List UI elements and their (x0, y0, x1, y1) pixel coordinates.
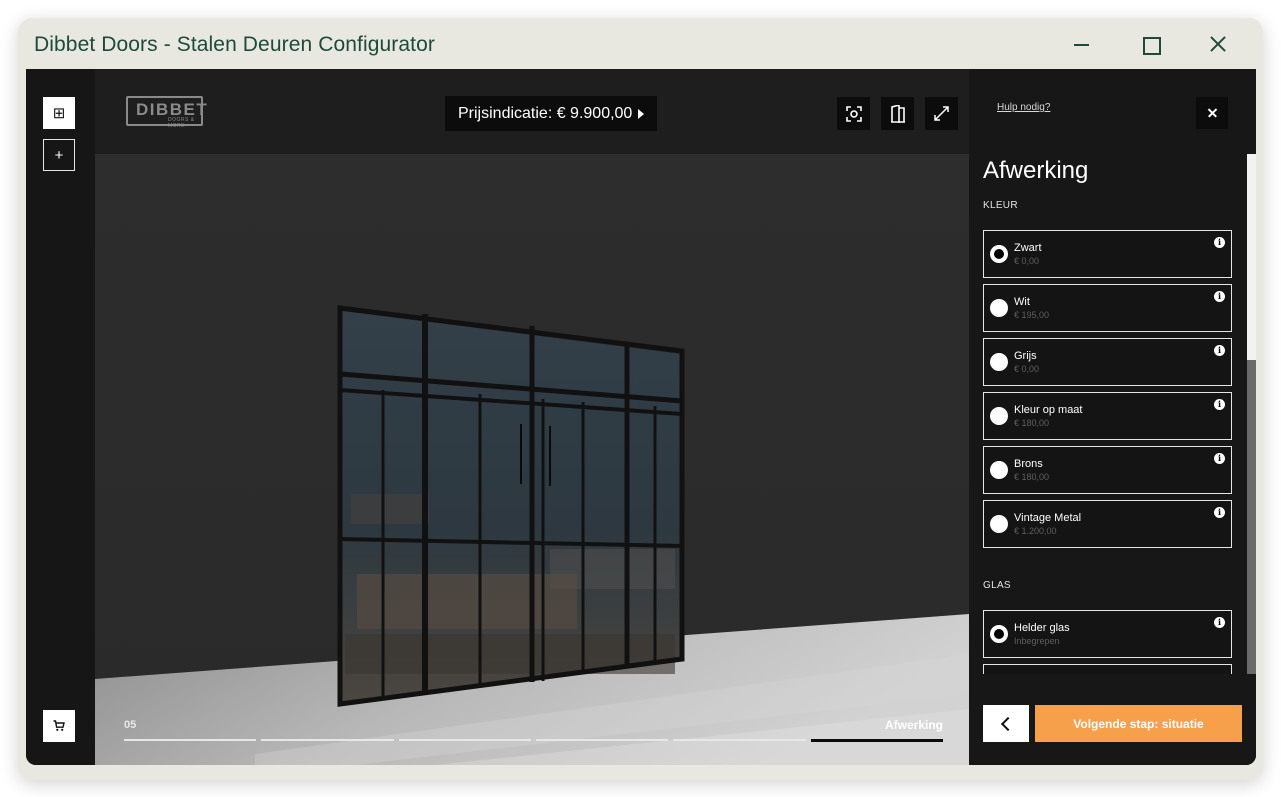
info-icon[interactable]: i (1214, 453, 1225, 464)
step-progress (124, 739, 943, 742)
cart-button[interactable] (43, 710, 75, 742)
progress-segment[interactable] (261, 739, 394, 741)
caret-right-icon (638, 108, 645, 119)
info-icon[interactable]: i (1214, 507, 1225, 518)
info-icon[interactable]: i (1214, 237, 1225, 248)
maximize-button[interactable] (1138, 32, 1164, 58)
radio-selected[interactable] (990, 625, 1008, 643)
window-title: Dibbet Doors - Stalen Deuren Configurato… (34, 33, 435, 56)
scene-render (95, 305, 969, 765)
progress-segment[interactable] (673, 739, 806, 741)
dibbet-logo: DIBBET DOORS & MORE (126, 96, 207, 129)
radio[interactable] (990, 407, 1008, 425)
door-view-button[interactable] (881, 97, 914, 130)
radio[interactable] (990, 461, 1008, 479)
price-indication-button[interactable]: Prijsindicatie: € 9.900,00 (445, 96, 658, 131)
help-link[interactable]: Hulp nodig? (997, 102, 1050, 113)
close-panel-button[interactable] (1196, 97, 1228, 129)
section-label-glas: GLAS (983, 580, 1011, 591)
info-icon[interactable]: i (1214, 345, 1225, 356)
price-label: Prijsindicatie: € 9.900,00 (458, 104, 633, 122)
progress-segment[interactable] (398, 739, 531, 741)
option-zwart[interactable]: Zwart € 0,00 i (983, 230, 1232, 278)
fullscreen-icon (934, 106, 949, 121)
options-scroll-area[interactable]: Afwerking KLEUR Zwart € 0,00 i Wit € 195… (969, 154, 1247, 674)
option-partial[interactable] (983, 664, 1232, 674)
radio-selected[interactable] (990, 245, 1008, 263)
screenshot-button[interactable] (837, 97, 870, 130)
plus-icon: + (54, 146, 64, 164)
back-button[interactable] (983, 705, 1029, 742)
grid-icon: ⊞ (52, 105, 66, 122)
fullscreen-button[interactable] (925, 97, 958, 130)
app-window: Dibbet Doors - Stalen Deuren Configurato… (18, 18, 1263, 780)
step-name: Afwerking (884, 718, 943, 732)
left-rail: ⊞ + (26, 69, 95, 765)
options-panel: Hulp nodig? Afwerking KLEUR Zwart € 0,00… (969, 69, 1256, 765)
grid-view-button[interactable]: ⊞ (43, 97, 75, 129)
section-label-kleur: KLEUR (983, 200, 1018, 211)
option-vintage-metal[interactable]: Vintage Metal € 1.200,00 i (983, 500, 1232, 548)
step-number: 05 (124, 719, 137, 731)
radio[interactable] (990, 353, 1008, 371)
door-icon (890, 104, 905, 123)
close-window-button[interactable] (1206, 32, 1232, 58)
info-icon[interactable]: i (1214, 399, 1225, 410)
next-step-button[interactable]: Volgende stap: situatie (1035, 705, 1242, 742)
radio[interactable] (990, 515, 1008, 533)
scene-wall (95, 154, 969, 765)
scrollbar-thumb[interactable] (1247, 154, 1256, 360)
minimize-button[interactable] (1070, 32, 1096, 58)
info-icon[interactable]: i (1214, 291, 1225, 302)
title-bar: Dibbet Doors - Stalen Deuren Configurato… (18, 18, 1263, 70)
progress-segment[interactable] (124, 739, 257, 741)
panel-footer: Volgende stap: situatie (969, 674, 1256, 765)
add-button[interactable]: + (43, 139, 75, 171)
progress-segment-active[interactable] (810, 739, 943, 742)
cart-icon (53, 720, 65, 731)
3d-viewport[interactable]: DIBBET DOORS & MORE Prijsindicatie: € 9.… (95, 69, 969, 765)
viewport-header: DIBBET DOORS & MORE Prijsindicatie: € 9.… (95, 69, 969, 154)
chevron-left-icon (1000, 716, 1016, 731)
option-kleur-op-maat[interactable]: Kleur op maat € 180,00 i (983, 392, 1232, 440)
radio[interactable] (990, 299, 1008, 317)
progress-segment[interactable] (535, 739, 669, 741)
option-wit[interactable]: Wit € 195,00 i (983, 284, 1232, 332)
option-grijs[interactable]: Grijs € 0,00 i (983, 338, 1232, 386)
option-helder-glas[interactable]: Helder glas Inbegrepen i (983, 610, 1232, 658)
option-brons[interactable]: Brons € 180,00 i (983, 446, 1232, 494)
info-icon[interactable]: i (1214, 617, 1225, 628)
screenshot-icon (845, 105, 862, 122)
panel-title: Afwerking (983, 157, 1089, 184)
configurator-app: ⊞ + DIBBET DOORS & MORE Prijsindicatie: … (26, 69, 1256, 765)
